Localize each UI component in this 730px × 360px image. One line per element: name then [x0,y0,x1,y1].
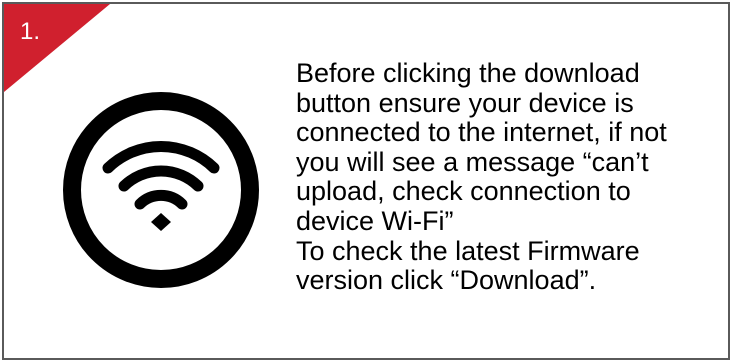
wifi-icon [61,90,261,290]
instructions-paragraph-firmware: To check the latest Firmware version cli… [296,235,640,296]
instructions-text: Before clicking the download button ensu… [296,58,716,296]
instruction-card: 1. Before clicking the download button e… [2,2,730,360]
instructions-paragraph-connection: Before clicking the download button ensu… [296,58,667,236]
step-corner-badge: 1. [4,4,114,94]
step-number: 1. [20,18,41,45]
